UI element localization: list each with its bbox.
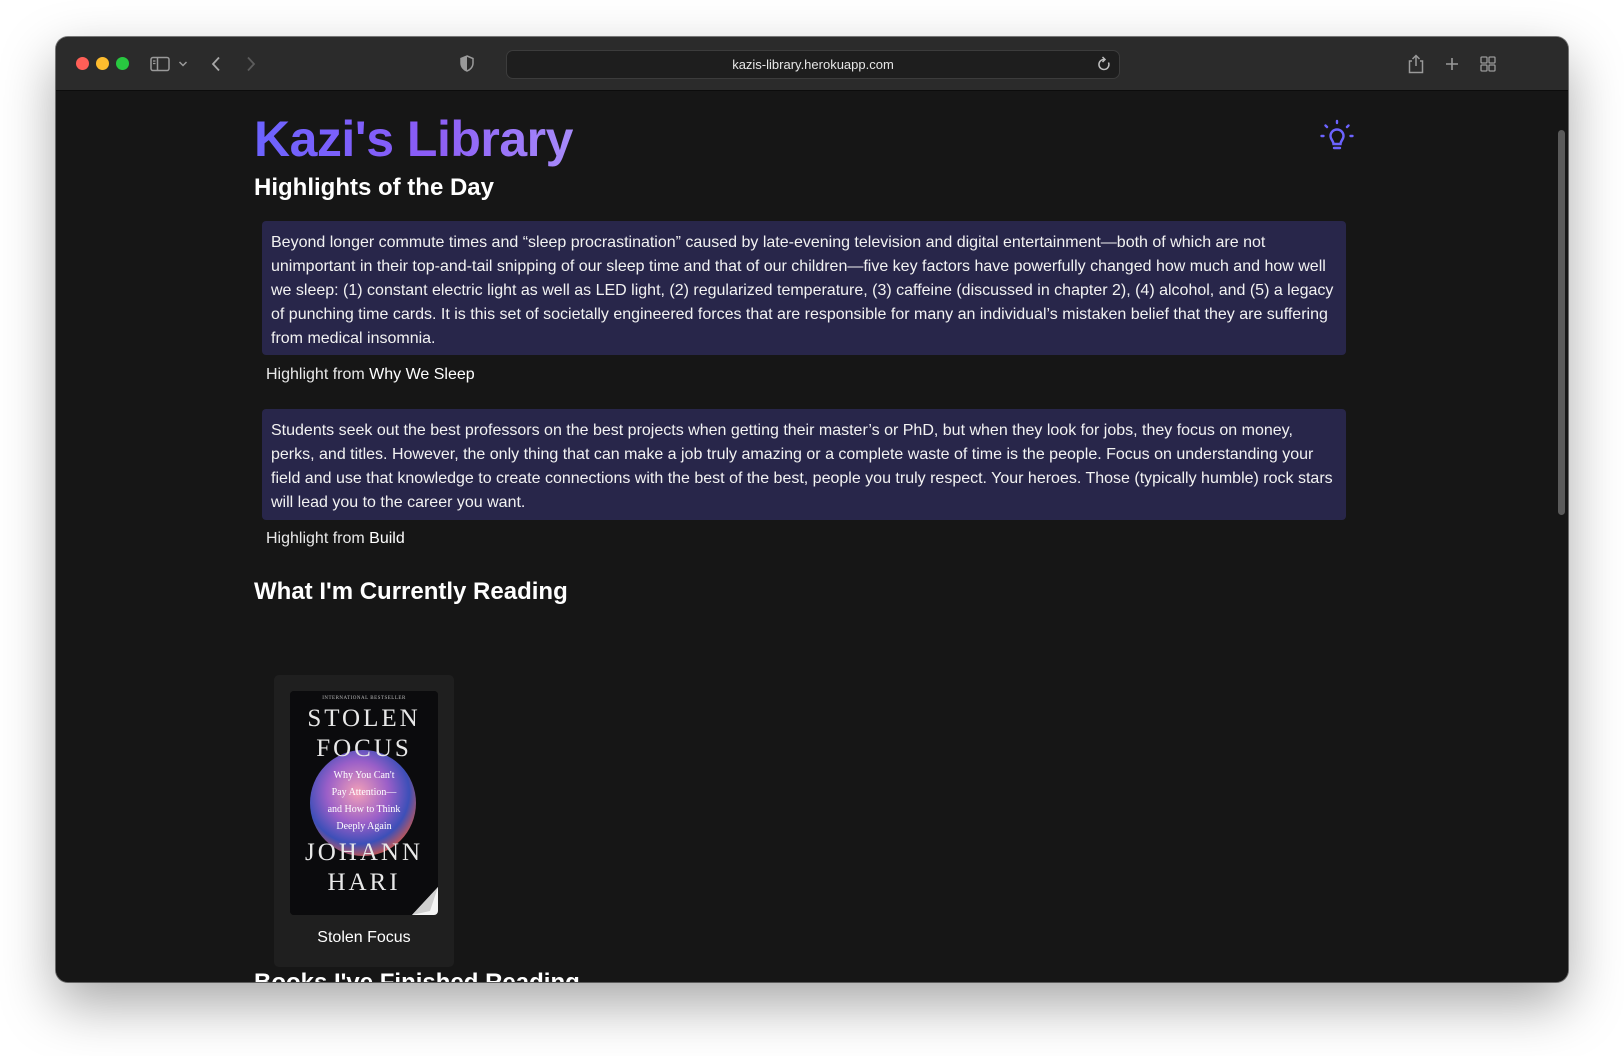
highlight-book-title[interactable]: Build bbox=[369, 530, 405, 547]
book-card[interactable]: INTERNATIONAL BESTSELLER STOLEN FOCUS Wh… bbox=[274, 675, 454, 967]
highlight-source-prefix: Highlight from bbox=[266, 366, 365, 383]
book-cover-image[interactable]: INTERNATIONAL BESTSELLER STOLEN FOCUS Wh… bbox=[290, 691, 438, 915]
close-window-button[interactable] bbox=[76, 57, 89, 70]
page-content: Kazi's Library Highlights of the Day Bey… bbox=[56, 91, 1554, 982]
forward-icon[interactable] bbox=[243, 37, 259, 90]
new-tab-icon[interactable] bbox=[1443, 37, 1461, 90]
back-icon[interactable] bbox=[208, 37, 224, 90]
minimize-window-button[interactable] bbox=[96, 57, 109, 70]
reload-icon[interactable] bbox=[1097, 56, 1111, 77]
highlight-book-title[interactable]: Why We Sleep bbox=[369, 366, 475, 383]
highlight-source: Highlight from Why We Sleep bbox=[266, 364, 475, 386]
browser-toolbar: kazis-library.herokuapp.com bbox=[56, 37, 1568, 91]
site-title[interactable]: Kazi's Library bbox=[254, 109, 573, 169]
cover-subtitle-line: Deeply Again bbox=[336, 821, 392, 832]
currently-reading-heading: What I'm Currently Reading bbox=[254, 578, 568, 605]
cover-author-line2: HARI bbox=[327, 869, 401, 896]
highlight-quote: Students seek out the best professors on… bbox=[262, 409, 1346, 520]
lightbulb-icon bbox=[1317, 119, 1357, 162]
highlight-source: Highlight from Build bbox=[266, 528, 405, 550]
chevron-down-icon[interactable] bbox=[176, 37, 190, 90]
cover-subtitle: Why You Can't Pay Attention— and How to … bbox=[290, 767, 438, 835]
sidebar-icon[interactable] bbox=[149, 37, 171, 90]
url-text: kazis-library.herokuapp.com bbox=[732, 57, 894, 72]
share-icon[interactable] bbox=[1407, 37, 1425, 90]
cover-subtitle-line: and How to Think bbox=[327, 804, 401, 815]
book-title[interactable]: Stolen Focus bbox=[274, 929, 454, 947]
cover-title-line2: FOCUS bbox=[316, 735, 412, 762]
scrollbar-thumb[interactable] bbox=[1558, 130, 1565, 515]
cover-author-line1: JOHANN bbox=[305, 839, 423, 866]
theme-toggle-button[interactable] bbox=[1317, 118, 1357, 158]
highlights-heading: Highlights of the Day bbox=[254, 174, 494, 201]
cover-subtitle-line: Pay Attention— bbox=[331, 787, 397, 798]
highlight-source-prefix: Highlight from bbox=[266, 530, 365, 547]
privacy-shield-icon[interactable] bbox=[458, 37, 476, 90]
cover-subtitle-line: Why You Can't bbox=[333, 770, 395, 781]
tab-overview-icon[interactable] bbox=[1479, 37, 1497, 90]
cover-banner: INTERNATIONAL BESTSELLER bbox=[322, 696, 406, 701]
cover-title-line1: STOLEN bbox=[307, 705, 421, 732]
highlight-quote: Beyond longer commute times and “sleep p… bbox=[262, 221, 1346, 355]
address-bar[interactable]: kazis-library.herokuapp.com bbox=[506, 50, 1120, 79]
zoom-window-button[interactable] bbox=[116, 57, 129, 70]
finished-reading-heading: Books I've Finished Reading bbox=[254, 968, 580, 982]
browser-window: kazis-library.herokuapp.com Kazi's Libra… bbox=[56, 37, 1568, 982]
